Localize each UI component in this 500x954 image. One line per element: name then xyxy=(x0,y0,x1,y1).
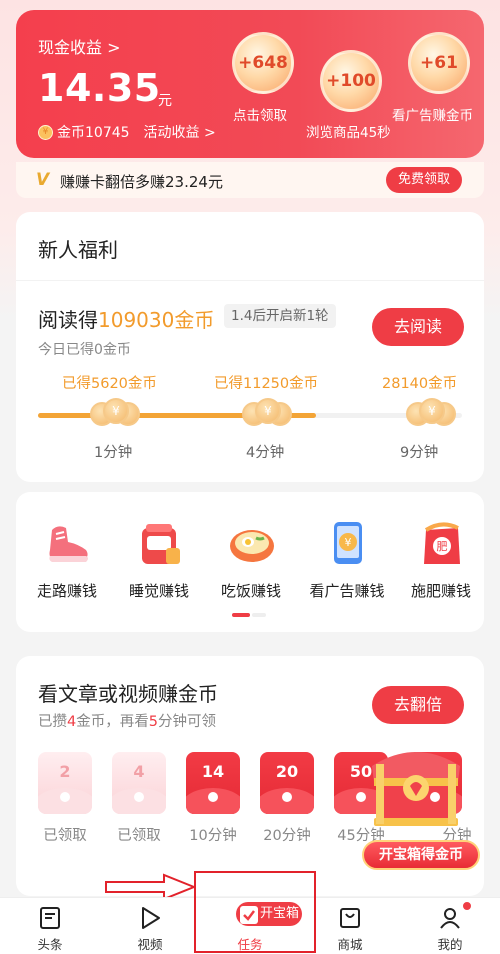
envelope-label: 已领取 xyxy=(43,828,87,844)
profile-icon xyxy=(440,908,460,929)
red-envelope[interactable]: 20 xyxy=(260,752,314,814)
milestone-time: 9分钟 xyxy=(400,445,439,461)
coin-row: ¥ 金币10745 活动收益 > xyxy=(38,122,216,142)
open-chest-button[interactable]: 开宝箱得金币 xyxy=(362,840,480,870)
svg-text:¥: ¥ xyxy=(345,536,352,549)
go-double-button[interactable]: 去翻倍 xyxy=(372,686,464,724)
nav-item-profile[interactable]: 我的 xyxy=(410,898,490,954)
free-claim-button[interactable]: 免费领取 xyxy=(386,167,462,193)
milestone-reward: 已得5620金币 xyxy=(62,376,157,392)
noodle-bowl-icon xyxy=(230,530,274,562)
news-icon xyxy=(40,907,60,929)
earnings-header: 现金收益 > 14.35 元 ¥ 金币10745 活动收益 > +648 点击领… xyxy=(16,10,484,158)
grid-label: 看广告赚钱 xyxy=(309,582,385,600)
reward-bubble-click[interactable]: +648 xyxy=(232,32,294,94)
nav-item-headlines[interactable]: 头条 xyxy=(10,898,90,954)
page-indicator xyxy=(232,613,266,617)
coin-balance[interactable]: 金币10745 xyxy=(57,122,130,142)
double-card-text: 赚赚卡翻倍多赚23.24元 xyxy=(60,173,223,191)
shopping-bag-icon xyxy=(340,908,360,928)
grid-label: 睡觉赚钱 xyxy=(128,582,189,600)
annotation-highlight-box xyxy=(194,871,316,953)
milestone-reward: 已得11250金币 xyxy=(214,376,319,392)
notification-dot xyxy=(462,901,472,911)
treasure-chest-icon[interactable] xyxy=(368,744,464,830)
coin-stack-icon: ¥ xyxy=(88,398,142,430)
double-card-banner[interactable]: V 赚赚卡翻倍多赚23.24元 免费领取 xyxy=(16,162,484,198)
phone-coin-icon: ¥ xyxy=(334,522,362,564)
envelope-label: 20分钟 xyxy=(263,828,311,844)
today-earned: 今日已得0金币 xyxy=(38,342,131,358)
red-envelope[interactable]: 14 xyxy=(186,752,240,814)
reward-bubble-ad[interactable]: +61 xyxy=(408,32,470,94)
red-envelope: 2 xyxy=(38,752,92,814)
play-icon xyxy=(142,907,160,929)
envelope-label: 10分钟 xyxy=(189,828,237,844)
red-envelope: 4 xyxy=(112,752,166,814)
read-reward-title: 阅读得109030金币 xyxy=(38,308,215,332)
reward-bubble-browse[interactable]: +100 xyxy=(320,50,382,112)
round-badge: 1.4后开启新1轮 xyxy=(224,304,336,328)
reward-bubble-label: 浏览商品45秒 xyxy=(306,125,391,141)
nav-item-mall[interactable]: 商城 xyxy=(310,898,390,954)
earn-methods-grid: 走路赚钱 睡觉赚钱 吃饭赚钱 ¥ 看广告赚钱 肥 施肥赚钱 xyxy=(16,492,484,632)
article-progress-text: 已攒4金币，再看5分钟可领 xyxy=(38,714,216,730)
coin-stack-icon: ¥ xyxy=(404,398,458,430)
cash-earnings-link[interactable]: 现金收益 > xyxy=(38,34,121,58)
nav-item-video[interactable]: 视频 xyxy=(110,898,190,954)
reward-bubble-label: 看广告赚金币 xyxy=(392,108,473,124)
newcomer-welfare-card: 新人福利 阅读得109030金币 1.4后开启新1轮 今日已得0金币 去阅读 已… xyxy=(16,212,484,482)
sneaker-icon xyxy=(49,526,88,562)
v-card-icon: V xyxy=(36,170,50,190)
read-reward-amount: 109030金币 xyxy=(98,308,215,332)
article-title: 看文章或视频赚金币 xyxy=(38,682,218,706)
alarm-clock-icon xyxy=(142,524,180,564)
grid-label: 施肥赚钱 xyxy=(410,582,471,600)
fertilizer-bag-icon: 肥 xyxy=(424,522,460,564)
welfare-title: 新人福利 xyxy=(38,238,118,262)
svg-text:肥: 肥 xyxy=(437,540,448,553)
reward-bubble-label: 点击领取 xyxy=(233,108,287,124)
cash-unit: 元 xyxy=(158,93,172,109)
activity-earnings-link[interactable]: 活动收益 > xyxy=(144,122,216,142)
divider xyxy=(16,280,484,281)
envelope-label: 已领取 xyxy=(117,828,161,844)
nav-label: 头条 xyxy=(37,937,63,952)
grid-label: 走路赚钱 xyxy=(36,582,97,600)
milestone-time: 1分钟 xyxy=(94,445,133,461)
nav-label: 我的 xyxy=(437,937,463,952)
coin-stack-icon: ¥ xyxy=(240,398,294,430)
nav-label: 商城 xyxy=(337,937,363,952)
cash-value: 14.35 xyxy=(38,66,161,110)
nav-label: 视频 xyxy=(137,937,163,952)
milestone-time: 4分钟 xyxy=(246,445,285,461)
grid-label: 吃饭赚钱 xyxy=(220,582,281,600)
go-read-button[interactable]: 去阅读 xyxy=(372,308,464,346)
milestone-reward: 28140金币 xyxy=(382,376,458,392)
coin-icon: ¥ xyxy=(38,124,53,140)
